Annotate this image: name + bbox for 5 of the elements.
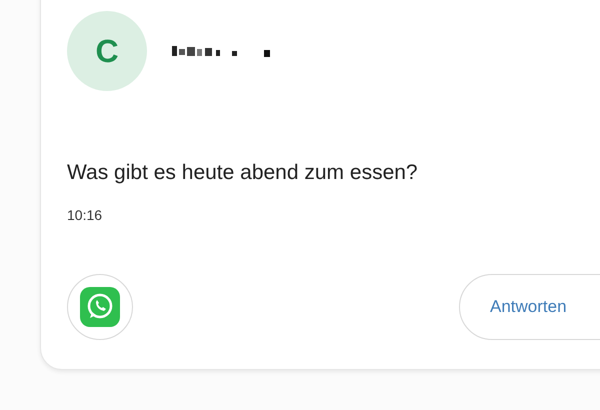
avatar: C [67,11,147,91]
reply-button[interactable]: Antworten [459,274,600,340]
chat-icon [80,286,120,326]
message-text: Was gibt es heute abend zum essen? [67,160,419,186]
time-text: 10:16 [67,206,104,224]
